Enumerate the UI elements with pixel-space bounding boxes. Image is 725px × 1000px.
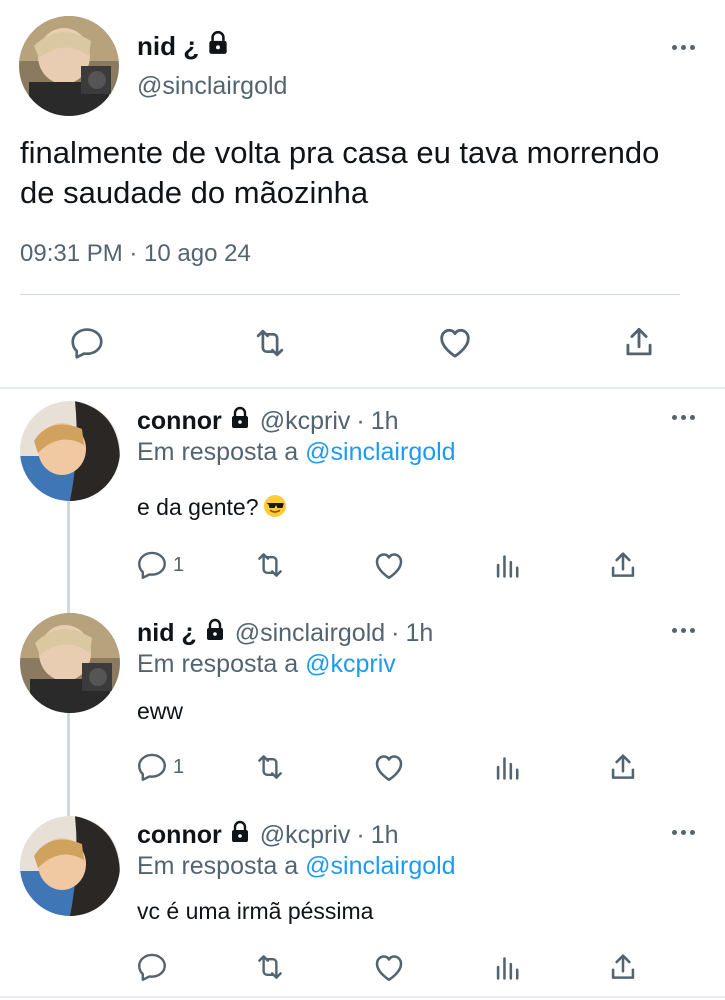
reply-context: Em resposta a @kcpriv [137, 650, 396, 679]
reply-mention-link[interactable]: @kcpriv [305, 650, 396, 678]
reply-count: 1 [173, 755, 185, 778]
share-icon [611, 552, 635, 577]
reply-time[interactable]: 1h [371, 407, 399, 436]
more-options-icon[interactable] [672, 628, 695, 633]
thread-line [67, 713, 70, 804]
thread-line [67, 600, 70, 613]
like-icon [375, 553, 403, 580]
like-button[interactable] [371, 949, 407, 985]
analytics-icon [496, 757, 519, 780]
reply-count: 1 [173, 553, 185, 576]
retweet-button[interactable] [252, 750, 288, 784]
retweet-icon [258, 955, 282, 979]
reply-button[interactable]: 1 [135, 750, 184, 784]
section-divider [0, 387, 725, 389]
like-button[interactable] [435, 322, 475, 362]
reply-button[interactable] [68, 324, 106, 362]
retweet-button[interactable] [252, 548, 288, 582]
lock-icon [205, 30, 231, 63]
lock-icon [228, 406, 252, 437]
analytics-icon [496, 957, 519, 980]
share-button[interactable] [606, 949, 640, 985]
analytics-button[interactable] [491, 548, 525, 582]
reply-icon [138, 953, 166, 981]
retweet-icon [256, 329, 284, 357]
avatar[interactable] [20, 401, 120, 501]
reply-time[interactable]: 1h [371, 821, 399, 850]
reply-button[interactable]: 1 [135, 548, 184, 582]
reply-text: eww [137, 698, 184, 724]
dot-separator: · [356, 821, 365, 849]
reply-tweet: connor @kcpriv · 1h Em resposta a @sincl… [0, 804, 725, 1000]
reply-context-label: Em resposta a [137, 438, 306, 466]
author-handle[interactable]: @kcpriv [260, 407, 351, 436]
like-icon [375, 755, 403, 782]
bottom-divider [0, 996, 725, 998]
share-button[interactable] [606, 547, 640, 583]
reply-context: Em resposta a @sinclairgold [137, 438, 456, 467]
avatar[interactable] [20, 816, 120, 916]
reply-mention-link[interactable]: @sinclairgold [305, 852, 455, 880]
reply-time[interactable]: 1h [406, 619, 434, 648]
reply-icon [138, 551, 166, 579]
like-icon [440, 328, 470, 358]
reply-context-label: Em resposta a [137, 852, 306, 880]
tweet-text: finalmente de volta pra casa eu tava mor… [20, 135, 660, 210]
divider [20, 294, 680, 295]
author-name[interactable]: connor [137, 821, 222, 850]
reply-icon [138, 753, 166, 781]
more-options-icon[interactable] [672, 415, 695, 420]
retweet-icon [258, 755, 282, 779]
reply-icon [71, 328, 103, 359]
thread-line [67, 804, 70, 816]
avatar[interactable] [19, 16, 119, 116]
more-options-icon[interactable] [672, 45, 695, 50]
dot-separator: · [356, 407, 365, 435]
reply-tweet: connor @kcpriv · 1h Em resposta a @sincl… [0, 390, 725, 600]
sunglasses-emoji-icon [263, 494, 287, 518]
lock-icon [228, 820, 252, 851]
analytics-icon [496, 555, 519, 578]
author-name[interactable]: nid ¿ [137, 619, 197, 648]
share-button[interactable] [620, 322, 658, 362]
dot-separator: · [391, 619, 400, 647]
like-button[interactable] [371, 547, 407, 583]
author-handle-line: @sinclairgold [137, 72, 287, 101]
author-line: nid ¿ [137, 30, 231, 63]
share-icon [626, 327, 652, 356]
author-line: nid ¿ @sinclairgold · 1h [137, 618, 433, 649]
share-icon [611, 754, 635, 779]
avatar[interactable] [20, 613, 120, 713]
reply-text: vc é uma irmã péssima [137, 898, 374, 924]
retweet-icon [258, 553, 282, 577]
share-icon [611, 954, 635, 979]
lock-icon [203, 618, 227, 649]
analytics-button[interactable] [491, 750, 525, 784]
more-options-icon[interactable] [672, 830, 695, 835]
analytics-button[interactable] [491, 950, 525, 984]
reply-context: Em resposta a @sinclairgold [137, 852, 456, 881]
author-name[interactable]: connor [137, 407, 222, 436]
author-handle[interactable]: @sinclairgold [235, 619, 385, 648]
author-handle[interactable]: @sinclairgold [137, 72, 287, 101]
like-icon [375, 955, 403, 982]
like-button[interactable] [371, 749, 407, 785]
reply-text: e da gente? [137, 494, 287, 521]
author-name[interactable]: nid ¿ [137, 31, 199, 62]
author-handle[interactable]: @kcpriv [260, 821, 351, 850]
tweet-timestamp[interactable]: 09:31 PM · 10 ago 24 [20, 240, 251, 268]
share-button[interactable] [606, 749, 640, 785]
reply-tweet: nid ¿ @sinclairgold · 1h Em resposta a @… [0, 600, 725, 804]
retweet-button[interactable] [250, 324, 290, 362]
author-line: connor @kcpriv · 1h [137, 820, 399, 851]
reply-text-content: e da gente? [137, 494, 259, 520]
author-line: connor @kcpriv · 1h [137, 406, 399, 437]
reply-button[interactable] [135, 950, 173, 984]
thread-line [67, 500, 70, 600]
reply-context-label: Em resposta a [137, 650, 306, 678]
retweet-button[interactable] [252, 950, 288, 984]
reply-mention-link[interactable]: @sinclairgold [305, 438, 455, 466]
main-tweet: nid ¿ @sinclairgold finalmente de volta … [0, 0, 725, 388]
